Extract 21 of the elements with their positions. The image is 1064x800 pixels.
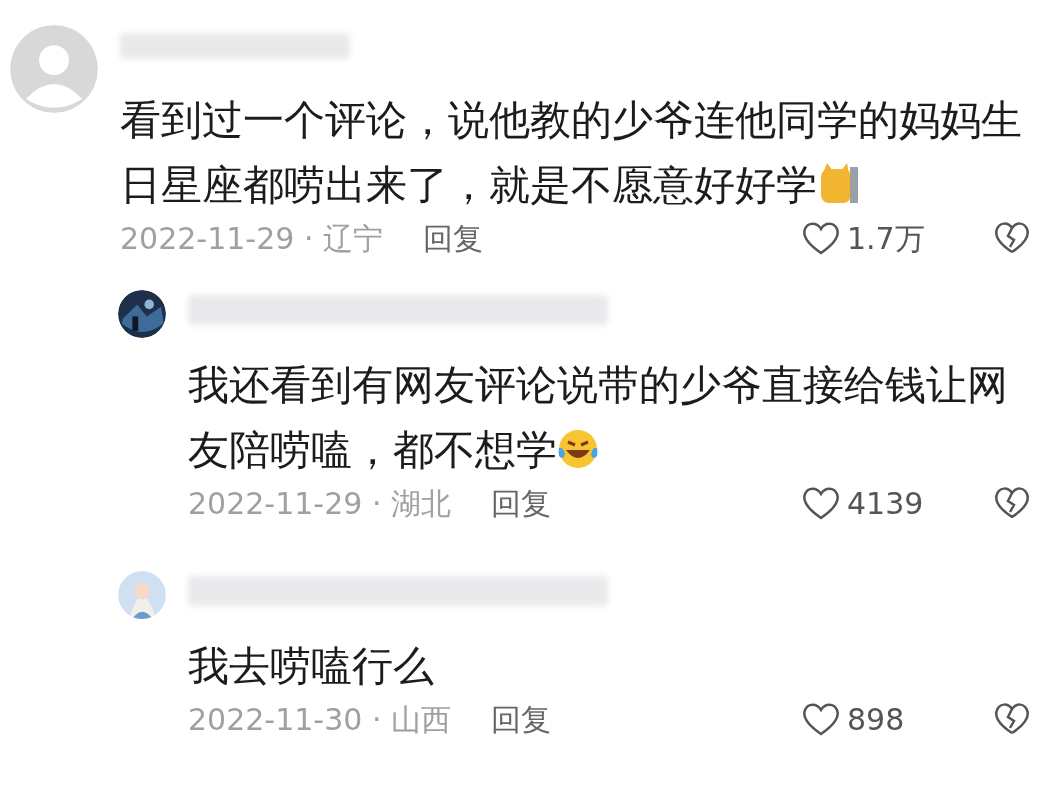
heart-icon xyxy=(801,220,841,256)
comment-meta: 2022-11-29 · 湖北 xyxy=(188,484,451,523)
laughing-emoji-icon xyxy=(557,428,599,470)
reply-link[interactable]: 回复 xyxy=(490,696,551,742)
comment-meta: 2022-11-29 · 辽宁 xyxy=(120,219,383,258)
like-button[interactable]: 4139 xyxy=(801,480,936,526)
comment-text: 我还看到有网友评论说带的少爷直接给钱让网友陪唠嗑，都不想学 xyxy=(188,360,1009,476)
like-button[interactable]: 1.7万 xyxy=(801,215,936,261)
broken-heart-icon[interactable] xyxy=(994,701,1030,737)
broken-heart-icon[interactable] xyxy=(994,220,1030,256)
heart-icon xyxy=(801,701,841,737)
reply-link[interactable]: 回复 xyxy=(490,480,551,526)
heart-icon xyxy=(801,485,841,521)
like-button[interactable]: 898 xyxy=(801,696,936,742)
avatar-icon xyxy=(10,25,98,113)
avatar-icon xyxy=(118,571,166,619)
comment-text: 看到过一个评论，说他教的少爷连他同学的妈妈生日星座都唠出来了，就是不愿意好好学 xyxy=(120,95,1023,211)
broken-heart-icon[interactable] xyxy=(994,485,1030,521)
comment-meta: 2022-11-30 · 山西 xyxy=(188,700,451,739)
comment-text: 我去唠嗑行么 xyxy=(188,641,435,692)
reply-link[interactable]: 回复 xyxy=(422,215,483,261)
